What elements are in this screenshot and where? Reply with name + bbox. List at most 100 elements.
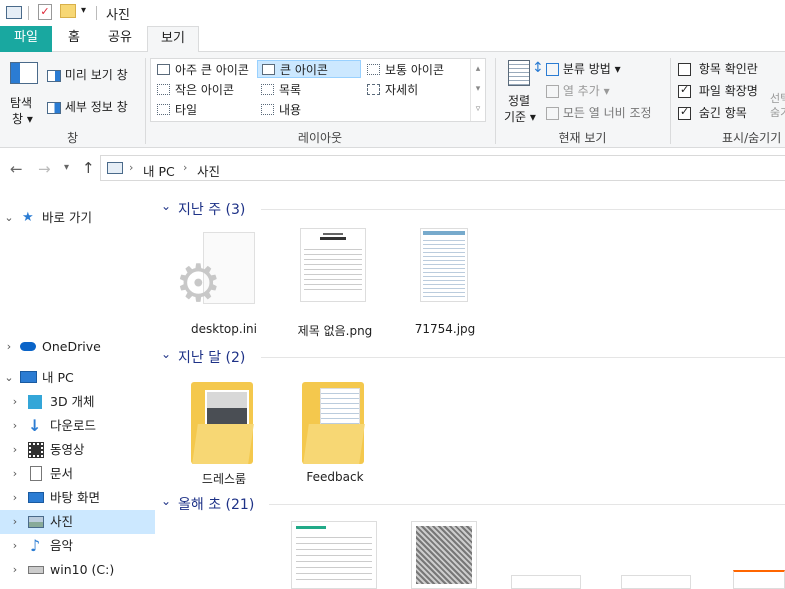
chevron-right-icon[interactable]: › bbox=[10, 438, 20, 462]
music-note-icon: ♪ bbox=[30, 536, 41, 555]
nav-item-drive-c[interactable]: › win10 (C:) bbox=[0, 558, 155, 582]
nav-item-pictures[interactable]: › 사진 bbox=[0, 510, 155, 534]
add-column-icon bbox=[546, 85, 559, 98]
title-bar: ✓ ▾ 사진 bbox=[0, 0, 785, 26]
chevron-right-icon[interactable]: › bbox=[10, 486, 20, 510]
small-icons-icon bbox=[157, 84, 170, 95]
chevron-right-icon[interactable]: › bbox=[10, 462, 20, 486]
item-checkboxes-toggle[interactable]: 항목 확인란 bbox=[678, 60, 758, 77]
layout-group-label: 레이아웃 bbox=[297, 131, 343, 145]
layout-large-icons[interactable]: 큰 아이콘 bbox=[257, 60, 361, 78]
chevron-down-icon[interactable]: ⌄ bbox=[4, 366, 14, 390]
layout-medium-icons[interactable]: 보통 아이콘 bbox=[363, 61, 467, 79]
breadcrumb-pictures[interactable]: 사진 bbox=[197, 161, 220, 180]
chevron-right-icon[interactable]: › bbox=[4, 335, 14, 359]
chevron-right-icon[interactable]: › bbox=[10, 414, 20, 438]
file-name: 제목 없음.png bbox=[297, 324, 373, 338]
item-checkboxes-checkbox[interactable] bbox=[678, 63, 691, 76]
nav-item-this-pc[interactable]: ⌄ 내 PC bbox=[0, 366, 155, 390]
chevron-down-icon[interactable]: ⌄ bbox=[4, 206, 14, 230]
layout-tiles[interactable]: 타일 bbox=[153, 101, 257, 119]
recent-locations-icon[interactable]: ▾ bbox=[64, 162, 69, 173]
chevron-down-icon[interactable]: ⌄ bbox=[161, 199, 171, 213]
add-column-button[interactable]: 열 추가 ▾ bbox=[546, 82, 610, 99]
content-icon bbox=[261, 104, 274, 115]
file-thumbnail[interactable] bbox=[733, 570, 785, 589]
desktop-icon bbox=[28, 492, 44, 503]
breadcrumb-separator-icon[interactable]: › bbox=[129, 161, 133, 174]
details-pane-button[interactable]: 세부 정보 창 bbox=[47, 98, 128, 115]
folder-front-icon bbox=[192, 424, 254, 464]
medium-icons-icon bbox=[367, 64, 380, 75]
nav-item-onedrive[interactable]: › OneDrive bbox=[0, 335, 155, 359]
file-thumbnail[interactable] bbox=[291, 521, 377, 589]
tab-share[interactable]: 공유 bbox=[100, 26, 140, 52]
tab-home[interactable]: 홈 bbox=[56, 26, 92, 52]
navigation-pane-label: 탐색 bbox=[10, 96, 33, 110]
tab-view[interactable]: 보기 bbox=[147, 26, 199, 53]
qat-dropdown-icon[interactable]: ▾ bbox=[81, 5, 86, 16]
file-extensions-checkbox[interactable] bbox=[678, 83, 691, 98]
forward-arrow-icon[interactable]: → bbox=[38, 160, 51, 178]
download-arrow-icon: ↓ bbox=[28, 416, 42, 435]
file-item-untitled-png[interactable]: 제목 없음.png bbox=[280, 228, 390, 338]
sort-by-button[interactable]: ↕ 정렬 기준 ▾ bbox=[502, 58, 544, 124]
hidden-items-checkbox[interactable] bbox=[678, 105, 691, 120]
chevron-right-icon[interactable]: › bbox=[10, 390, 20, 414]
nav-item-documents[interactable]: › 문서 bbox=[0, 462, 155, 486]
layout-content[interactable]: 내용 bbox=[257, 101, 361, 119]
details-pane-label: 세부 정보 창 bbox=[64, 100, 128, 114]
file-list: ⌄ 지난 주 (3) ⚙ desktop.ini 제목 없음.png 71754… bbox=[155, 188, 785, 589]
properties-icon[interactable]: ✓ bbox=[38, 4, 52, 20]
group-by-icon bbox=[546, 63, 559, 76]
new-folder-icon[interactable] bbox=[60, 4, 76, 18]
hide-selected-button[interactable]: 선택숨기 bbox=[770, 92, 785, 120]
layout-extra-large-icons[interactable]: 아주 큰 아이콘 bbox=[153, 61, 257, 79]
show-hide-group-label: 표시/숨기기 bbox=[722, 131, 782, 145]
folder-item-dressroom[interactable]: 드레스룸 bbox=[169, 380, 279, 490]
up-arrow-icon[interactable]: ↑ bbox=[82, 159, 95, 177]
nav-item-videos[interactable]: › 동영상 bbox=[0, 438, 155, 462]
chevron-right-icon[interactable]: › bbox=[10, 534, 20, 558]
chevron-down-icon[interactable]: ⌄ bbox=[161, 347, 171, 361]
app-icon[interactable] bbox=[6, 6, 22, 19]
fit-columns-button[interactable]: 모든 열 너비 조정 bbox=[546, 104, 652, 121]
document-icon bbox=[30, 466, 42, 481]
navigation-pane-icon bbox=[10, 62, 38, 84]
file-extensions-toggle[interactable]: 파일 확장명 bbox=[678, 82, 758, 99]
file-item-desktop-ini[interactable]: ⚙ desktop.ini bbox=[169, 232, 279, 342]
file-name: 71754.jpg bbox=[414, 322, 476, 336]
folder-item-feedback[interactable]: Feedback bbox=[280, 380, 390, 490]
chevron-down-icon[interactable]: ⌄ bbox=[161, 494, 171, 508]
nav-item-downloads[interactable]: › ↓ 다운로드 bbox=[0, 414, 155, 438]
tab-file[interactable]: 파일 bbox=[0, 26, 52, 52]
file-thumbnail[interactable] bbox=[511, 575, 581, 589]
breadcrumb-this-pc[interactable]: 내 PC bbox=[143, 161, 175, 180]
layout-list[interactable]: 목록 bbox=[257, 81, 361, 99]
details-icon bbox=[367, 84, 380, 95]
navigation-pane-label-2: 창 ▾ bbox=[12, 112, 33, 126]
group-by-button[interactable]: 분류 방법 ▾ bbox=[546, 60, 621, 77]
breadcrumb-separator-icon[interactable]: › bbox=[183, 161, 187, 174]
file-thumbnail[interactable] bbox=[621, 575, 691, 589]
back-arrow-icon[interactable]: ← bbox=[10, 160, 23, 178]
layout-small-icons[interactable]: 작은 아이콘 bbox=[153, 81, 257, 99]
screenshot-thumbnail bbox=[420, 228, 468, 302]
nav-item-music[interactable]: › ♪ 음악 bbox=[0, 534, 155, 558]
file-thumbnail[interactable] bbox=[411, 521, 477, 589]
chevron-right-icon[interactable]: › bbox=[10, 558, 20, 582]
layout-details[interactable]: 자세히 bbox=[363, 81, 467, 99]
nav-item-3d-objects[interactable]: › 3D 개체 bbox=[0, 390, 155, 414]
gallery-scrollbar[interactable]: ▴ ▾ ▿ bbox=[470, 59, 485, 121]
address-bar[interactable]: › 내 PC › 사진 bbox=[100, 155, 785, 181]
chevron-right-icon[interactable]: › bbox=[10, 510, 20, 534]
file-item-71754-jpg[interactable]: 71754.jpg bbox=[390, 228, 500, 338]
pictures-icon bbox=[28, 516, 44, 528]
navigation-pane-button[interactable]: 탐색 창 ▾ bbox=[6, 58, 40, 126]
hidden-items-toggle[interactable]: 숨긴 항목 bbox=[678, 104, 747, 121]
drive-icon bbox=[28, 566, 44, 574]
file-name: Feedback bbox=[306, 470, 364, 484]
nav-item-quick-access[interactable]: ⌄ ★ 바로 가기 bbox=[0, 206, 155, 230]
nav-item-desktop[interactable]: › 바탕 화면 bbox=[0, 486, 155, 510]
preview-pane-button[interactable]: 미리 보기 창 bbox=[47, 66, 128, 83]
